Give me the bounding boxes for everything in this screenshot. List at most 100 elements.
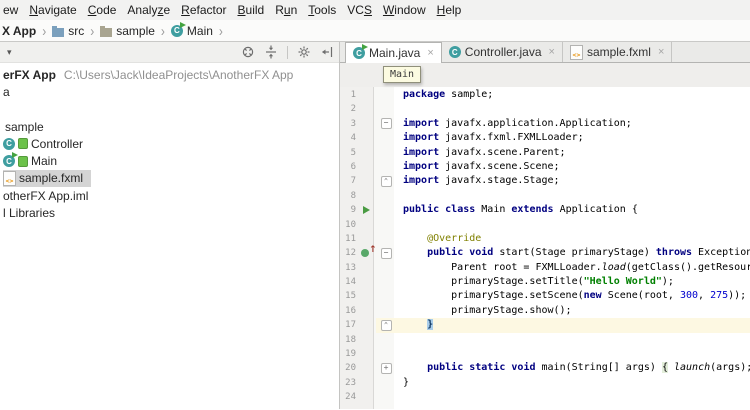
hide-panel-icon[interactable] — [320, 45, 334, 59]
project-tree[interactable]: erFX AppC:\Users\Jack\IdeaProjects\Anoth… — [0, 63, 339, 409]
gutter-icon-cell — [358, 146, 376, 160]
tree-item-label: sample.fxml — [19, 171, 83, 185]
code-line: 15 primaryStage.setScene(new Scene(root,… — [340, 289, 750, 303]
fold-marker-cell: + — [376, 361, 396, 375]
fold-end-icon[interactable]: ⌃ — [381, 320, 392, 331]
breadcrumb: X App›src›sample›CMain› — [0, 20, 750, 42]
override-method-icon[interactable] — [361, 249, 369, 257]
fold-marker-cell: ⌃ — [376, 318, 396, 332]
fold-marker-cell — [376, 390, 396, 404]
fold-marker-cell — [376, 189, 396, 203]
gutter-icon-cell — [358, 289, 376, 303]
close-icon[interactable]: × — [658, 46, 664, 58]
tree-item-blank[interactable] — [0, 101, 339, 118]
menu-analyze[interactable]: Analyze — [124, 1, 178, 19]
tree-item-samplefxml[interactable]: <>sample.fxml — [0, 170, 339, 187]
green-badge-icon — [18, 138, 28, 149]
menu-ew[interactable]: ew — [0, 1, 26, 19]
fold-marker-cell — [376, 203, 396, 217]
fold-marker-cell — [376, 289, 396, 303]
close-icon[interactable]: × — [427, 47, 433, 59]
code-line: 18 — [340, 333, 750, 347]
code-editor[interactable]: 1package sample;23−import javafx.applica… — [340, 87, 750, 409]
tree-item-label: Main — [31, 154, 57, 168]
code-line: 14 primaryStage.setTitle("Hello World"); — [340, 275, 750, 289]
menu-run[interactable]: Run — [272, 1, 305, 19]
menu-navigate[interactable]: Navigate — [26, 1, 84, 19]
menu-code[interactable]: Code — [85, 1, 125, 19]
project-view-dropdown[interactable]: ▾ — [7, 47, 12, 58]
tree-item-label: l Libraries — [3, 206, 55, 220]
tree-item-main[interactable]: CMain — [0, 152, 339, 169]
code-text — [396, 347, 750, 361]
breadcrumb-item-main[interactable]: CMain — [171, 24, 213, 38]
fold-minus-icon[interactable]: − — [381, 248, 392, 259]
tree-item-label: Controller — [31, 137, 83, 151]
run-icon[interactable] — [363, 206, 370, 214]
tree-item-sample[interactable]: sample — [0, 118, 339, 135]
tree-item-label: a — [3, 85, 10, 99]
gutter-icon-cell — [358, 376, 376, 390]
class-run-icon: C — [353, 47, 365, 59]
close-icon[interactable]: × — [549, 46, 555, 58]
tree-item-llibraries[interactable]: l Libraries — [0, 204, 339, 221]
line-number: 5 — [340, 146, 358, 160]
settings-gear-icon[interactable] — [297, 45, 311, 59]
code-line: 20+ public static void main(String[] arg… — [340, 361, 750, 375]
tree-item-label: otherFX App.iml — [3, 189, 88, 203]
menu-window[interactable]: Window — [380, 1, 434, 19]
locate-icon[interactable] — [241, 45, 255, 59]
menu-tools[interactable]: Tools — [305, 1, 344, 19]
tab-label: Main.java — [369, 46, 420, 60]
line-number: 9 — [340, 203, 358, 217]
gutter-icon-cell — [358, 333, 376, 347]
code-text — [396, 102, 750, 116]
tree-item-controller[interactable]: CController — [0, 135, 339, 152]
line-number: 23 — [340, 376, 358, 390]
line-number: 18 — [340, 333, 358, 347]
breadcrumb-item-xapp[interactable]: X App — [2, 24, 36, 38]
gutter-icon-cell: ↑ — [358, 246, 376, 260]
line-number: 1 — [340, 88, 358, 102]
tab-controllerjava[interactable]: CController.java× — [442, 42, 563, 62]
main-split: ▾ erFX AppC:\Users\Jack\IdeaProjects\Ano… — [0, 42, 750, 409]
line-number: 10 — [340, 218, 358, 232]
code-text: primaryStage.setScene(new Scene(root, 30… — [396, 289, 750, 303]
collapse-all-icon[interactable] — [264, 45, 278, 59]
tab-samplefxml[interactable]: <>sample.fxml× — [563, 42, 672, 62]
gutter-icon-cell — [358, 318, 376, 332]
breadcrumb-item-src[interactable]: src — [52, 24, 84, 38]
editor-pane: CMain.java×CController.java×<>sample.fxm… — [340, 42, 750, 409]
line-number: 17 — [340, 318, 358, 332]
menu-refactor[interactable]: Refactor — [178, 1, 234, 19]
menu-build[interactable]: Build — [235, 1, 273, 19]
line-number: 15 — [340, 289, 358, 303]
fold-marker-cell — [376, 160, 396, 174]
project-panel-header: ▾ — [0, 42, 339, 63]
menu-help[interactable]: Help — [434, 1, 470, 19]
gutter-icon-cell — [358, 347, 376, 361]
line-number: 12 — [340, 246, 358, 260]
breadcrumb-item-sample[interactable]: sample — [100, 24, 155, 38]
tree-item-erfxapp[interactable]: erFX AppC:\Users\Jack\IdeaProjects\Anoth… — [0, 66, 339, 83]
tree-item-label: sample — [5, 120, 44, 134]
editor-tabbar: CMain.java×CController.java×<>sample.fxm… — [340, 42, 750, 63]
tab-mainjava[interactable]: C Main.java × — [345, 42, 442, 63]
code-text: package sample; — [396, 88, 750, 102]
fold-plus-icon[interactable]: + — [381, 363, 392, 374]
code-text: public static void main(String[] args) {… — [396, 361, 750, 375]
tree-selection: <>sample.fxml — [3, 170, 91, 187]
gutter-icon-cell — [358, 160, 376, 174]
package-folder-icon — [100, 28, 112, 37]
breadcrumb-label: X App — [2, 24, 36, 38]
line-number: 4 — [340, 131, 358, 145]
gutter-icon-cell — [358, 88, 376, 102]
code-line: 11 @Override — [340, 232, 750, 246]
project-panel: ▾ erFX AppC:\Users\Jack\IdeaProjects\Ano… — [0, 42, 340, 409]
fold-minus-icon[interactable]: − — [381, 118, 392, 129]
fold-end-icon[interactable]: ⌃ — [381, 176, 392, 187]
tree-item-a[interactable]: a — [0, 83, 339, 100]
menu-vcs[interactable]: VCS — [344, 1, 380, 19]
breadcrumb-label: Main — [187, 24, 213, 38]
tree-item-otherfxappiml[interactable]: otherFX App.iml — [0, 187, 339, 204]
